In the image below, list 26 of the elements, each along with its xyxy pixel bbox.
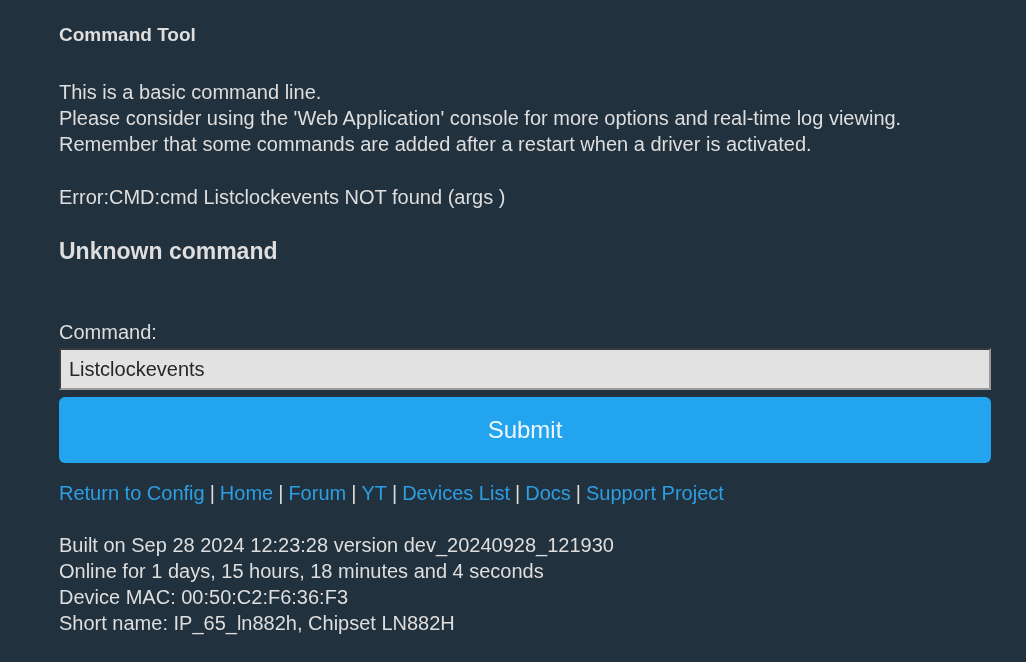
info-text: Online for 1 days, 15 hours, 18 minutes and 4 seconds — [59, 559, 544, 584]
intro-text: This is a basic command line. — [59, 80, 322, 105]
nav-link[interactable]: Devices List — [402, 482, 510, 504]
link-separator: | — [351, 482, 357, 504]
info-text: Built on Sep 28 2024 12:23:28 version dev_20240928_121930 — [59, 533, 614, 558]
intro-text: Please consider using the 'Web Application' console for more options and real-time log viewing. — [59, 106, 902, 131]
nav-link[interactable]: YT — [361, 482, 387, 504]
info-text: Device MAC: 00:50:C2:F6:36:F3 — [59, 585, 348, 610]
nav-link[interactable]: Docs — [525, 482, 571, 504]
info-text: Short name: IP_65_ln882h, Chipset LN882H — [59, 611, 455, 636]
nav-link[interactable]: Return to Config — [59, 482, 205, 504]
nav-link[interactable]: Support Project — [585, 482, 724, 504]
link-separator: | — [278, 482, 284, 504]
result-heading: Unknown command — [59, 237, 278, 266]
link-separator: | — [391, 482, 398, 504]
link-separator: | — [515, 482, 521, 504]
command-input[interactable]: Listclockevents — [59, 348, 991, 390]
command-label: Command: — [59, 320, 157, 345]
nav-link[interactable]: Forum — [288, 482, 347, 504]
nav-link[interactable]: Home — [219, 482, 274, 504]
submit-button[interactable]: Submit — [59, 397, 991, 463]
intro-text: Remember that some commands are added after a restart when a driver is activated. — [59, 132, 812, 157]
link-separator: | — [575, 482, 581, 504]
page-title: Command Tool — [59, 23, 196, 47]
link-separator: | — [209, 482, 215, 504]
error-message: Error:CMD:cmd Listclockevents NOT found (args ) — [59, 185, 506, 210]
